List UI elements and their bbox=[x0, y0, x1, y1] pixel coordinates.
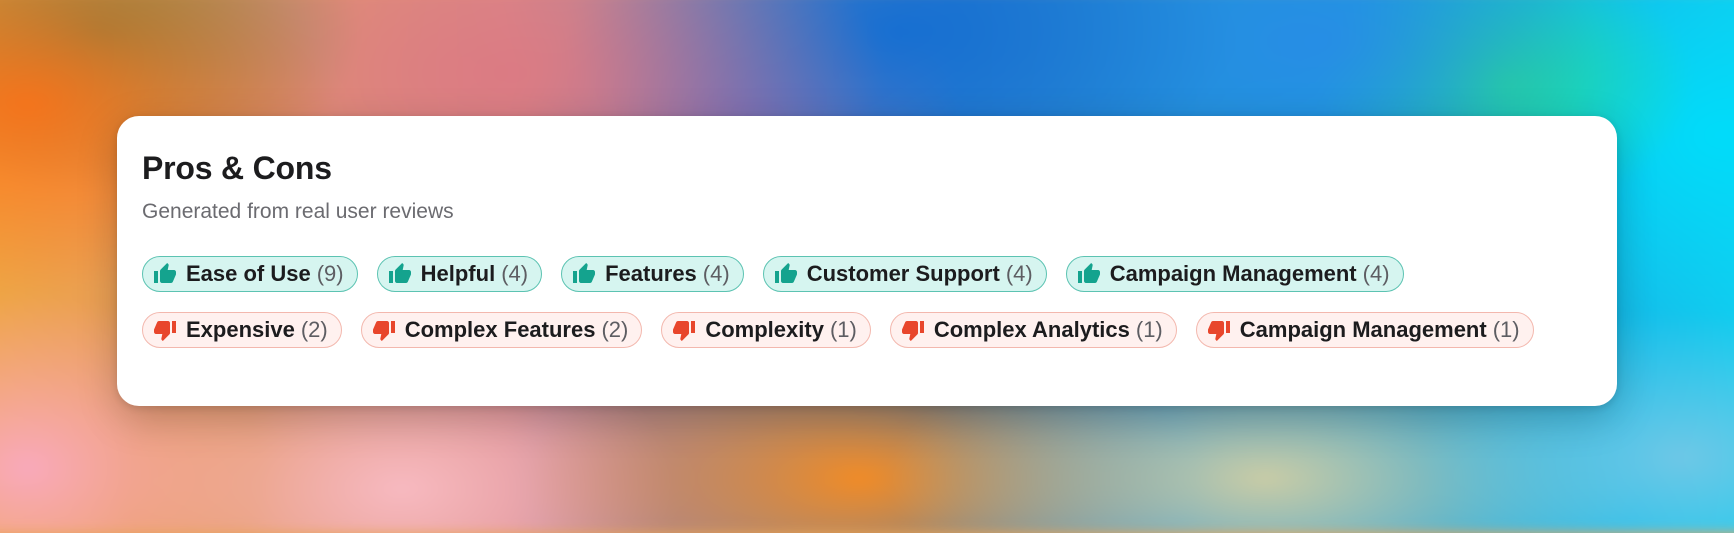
tag-count: (1) bbox=[1492, 317, 1520, 342]
tag-count: (2) bbox=[300, 317, 328, 342]
con-tag[interactable]: Expensive (2) bbox=[142, 312, 342, 348]
tag-list: Ease of Use (9) Helpful (4) Features (4)… bbox=[142, 256, 1562, 348]
thumbs-up-icon bbox=[1077, 262, 1101, 286]
tag-label: Complexity bbox=[705, 317, 824, 342]
tag-label: Features bbox=[605, 261, 697, 286]
card-subtitle: Generated from real user reviews bbox=[142, 200, 454, 223]
pros-cons-card: Pros & Cons Generated from real user rev… bbox=[117, 116, 1617, 406]
thumbs-up-icon bbox=[153, 262, 177, 286]
pro-tag[interactable]: Helpful (4) bbox=[376, 256, 543, 292]
thumbs-up-icon bbox=[388, 262, 412, 286]
con-tag[interactable]: Complex Features (2) bbox=[360, 312, 643, 348]
tag-count: (1) bbox=[1135, 317, 1163, 342]
tag-label: Customer Support bbox=[806, 261, 1000, 286]
thumbs-down-icon bbox=[1207, 318, 1231, 342]
thumbs-up-icon bbox=[774, 262, 798, 286]
con-tag[interactable]: Campaign Management (1) bbox=[1195, 312, 1534, 348]
thumbs-up-icon bbox=[572, 262, 596, 286]
tag-count: (2) bbox=[601, 317, 629, 342]
thumbs-down-icon bbox=[672, 318, 696, 342]
thumbs-down-icon bbox=[901, 318, 925, 342]
pro-tag[interactable]: Customer Support (4) bbox=[762, 256, 1047, 292]
tag-count: (4) bbox=[702, 261, 730, 286]
tag-count: (4) bbox=[1005, 261, 1033, 286]
tag-count: (1) bbox=[829, 317, 857, 342]
pro-tag[interactable]: Features (4) bbox=[561, 256, 744, 292]
tag-count: (4) bbox=[1362, 261, 1390, 286]
con-tag[interactable]: Complexity (1) bbox=[661, 312, 871, 348]
tag-label: Complex Features bbox=[404, 317, 596, 342]
tag-label: Complex Analytics bbox=[933, 317, 1130, 342]
tag-count: (4) bbox=[501, 261, 529, 286]
tag-label: Campaign Management bbox=[1109, 261, 1357, 286]
tag-label: Helpful bbox=[420, 261, 496, 286]
tag-label: Ease of Use bbox=[186, 261, 311, 286]
thumbs-down-icon bbox=[153, 318, 177, 342]
con-tag[interactable]: Complex Analytics (1) bbox=[889, 312, 1177, 348]
pro-tag[interactable]: Campaign Management (4) bbox=[1065, 256, 1404, 292]
thumbs-down-icon bbox=[372, 318, 396, 342]
tag-label: Expensive bbox=[186, 317, 295, 342]
tag-label: Campaign Management bbox=[1239, 317, 1487, 342]
tag-count: (9) bbox=[316, 261, 344, 286]
pro-tag[interactable]: Ease of Use (9) bbox=[142, 256, 358, 292]
card-title: Pros & Cons bbox=[142, 150, 332, 186]
